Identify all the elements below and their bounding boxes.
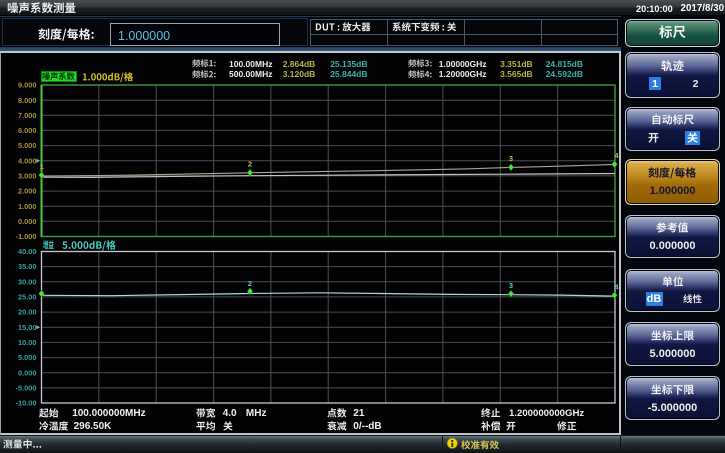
svg-text:-5.000: -5.000 [16,384,37,393]
svg-text:30.00: 30.00 [18,277,37,286]
svg-text:4.000: 4.000 [18,156,37,165]
svg-text:4: 4 [614,283,619,292]
svg-text:3.000: 3.000 [18,172,37,181]
svg-text:1: 1 [40,162,44,171]
svg-text:3: 3 [509,281,513,290]
svg-text:10.00: 10.00 [18,338,37,347]
svg-text:35.00: 35.00 [18,262,37,271]
svg-text:25.00: 25.00 [18,293,37,302]
svg-text:20.00: 20.00 [18,308,37,317]
svg-text:40.00: 40.00 [18,247,37,256]
svg-text:2: 2 [248,159,252,168]
svg-text:2: 2 [248,279,252,288]
svg-text:5.000: 5.000 [18,141,37,150]
svg-text:0.000: 0.000 [18,368,37,377]
svg-text:9.000: 9.000 [18,81,37,90]
svg-text:15.00: 15.00 [18,323,37,332]
svg-text:-10.00: -10.00 [16,399,37,408]
svg-text:2.000: 2.000 [18,187,37,196]
svg-text:-1.000: -1.000 [16,232,37,241]
svg-text:4: 4 [614,151,619,160]
svg-text:3: 3 [509,154,513,163]
svg-text:6.000: 6.000 [18,126,37,135]
svg-text:5.000: 5.000 [18,353,37,362]
svg-text:1.000: 1.000 [18,202,37,211]
svg-text:0.000: 0.000 [18,217,37,226]
svg-text:7.000: 7.000 [18,111,37,120]
svg-text:8.000: 8.000 [18,96,37,105]
